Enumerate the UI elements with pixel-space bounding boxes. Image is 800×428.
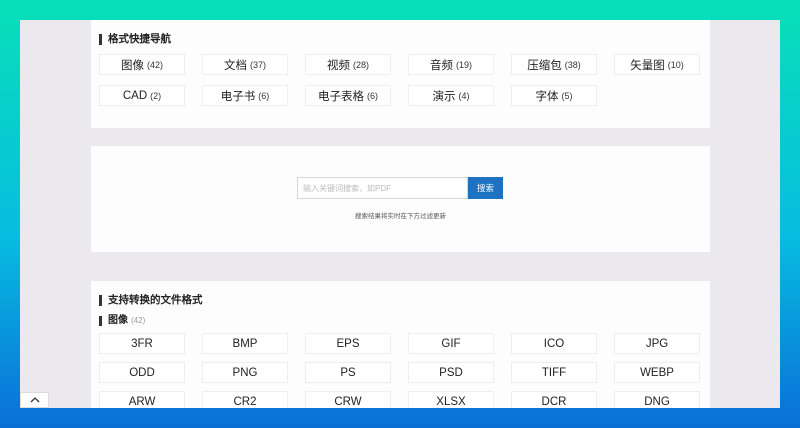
nav-item-audio[interactable]: 音频 (19) <box>408 54 494 75</box>
nav-item-archive[interactable]: 压缩包 (38) <box>511 54 597 75</box>
format-item-tiff[interactable]: TIFF <box>511 362 597 383</box>
quick-nav-title: 格式快捷导航 <box>99 34 171 45</box>
formats-card: 支持转换的文件格式 图像 (42) 3FR BMP EPS GIF ICO JPG ODD PN… <box>91 281 710 408</box>
chevron-up-icon <box>30 397 39 403</box>
format-item-ps[interactable]: PS <box>305 362 391 383</box>
page-viewport: 格式快捷导航 图像 (42) 文档 (37) 视频 (28) 音频 (19) 压缩包 (3… <box>20 20 780 408</box>
format-item-xlsx[interactable]: XLSX <box>408 391 494 408</box>
back-to-top-button[interactable] <box>20 392 49 408</box>
format-item-dcr[interactable]: DCR <box>511 391 597 408</box>
nav-item-image[interactable]: 图像 (42) <box>99 54 185 75</box>
format-group-title: 图像 (42) <box>99 316 145 326</box>
formats-title: 支持转换的文件格式 <box>99 295 203 306</box>
format-item-arw[interactable]: ARW <box>99 391 185 408</box>
format-item-cr2[interactable]: CR2 <box>202 391 288 408</box>
format-item-bmp[interactable]: BMP <box>202 333 288 354</box>
nav-item-cad[interactable]: CAD (2) <box>99 85 185 106</box>
format-item-ico[interactable]: ICO <box>511 333 597 354</box>
format-item-3fr[interactable]: 3FR <box>99 333 185 354</box>
format-item-crw[interactable]: CRW <box>305 391 391 408</box>
format-item-webp[interactable]: WEBP <box>614 362 700 383</box>
nav-item-video[interactable]: 视频 (28) <box>305 54 391 75</box>
format-item-eps[interactable]: EPS <box>305 333 391 354</box>
format-item-gif[interactable]: GIF <box>408 333 494 354</box>
nav-item-font[interactable]: 字体 (5) <box>511 85 597 106</box>
search-button[interactable]: 搜索 <box>468 177 503 199</box>
format-item-odd[interactable]: ODD <box>99 362 185 383</box>
search-input[interactable] <box>297 177 468 199</box>
nav-item-document[interactable]: 文档 (37) <box>202 54 288 75</box>
search-bar: 搜索 <box>297 177 503 199</box>
nav-item-ebook[interactable]: 电子书 (6) <box>202 85 288 106</box>
nav-item-presentation[interactable]: 演示 (4) <box>408 85 494 106</box>
nav-item-vector[interactable]: 矢量图 (10) <box>614 54 700 75</box>
format-item-dng[interactable]: DNG <box>614 391 700 408</box>
search-card: 搜索 搜索结果将实时在下方过滤更新 <box>91 146 710 252</box>
quick-nav-card: 格式快捷导航 图像 (42) 文档 (37) 视频 (28) 音频 (19) 压缩包 (3… <box>91 20 710 128</box>
format-item-png[interactable]: PNG <box>202 362 288 383</box>
format-item-jpg[interactable]: JPG <box>614 333 700 354</box>
search-hint: 搜索结果将实时在下方过滤更新 <box>355 213 446 220</box>
nav-item-spreadsheet[interactable]: 电子表格 (6) <box>305 85 391 106</box>
format-item-psd[interactable]: PSD <box>408 362 494 383</box>
